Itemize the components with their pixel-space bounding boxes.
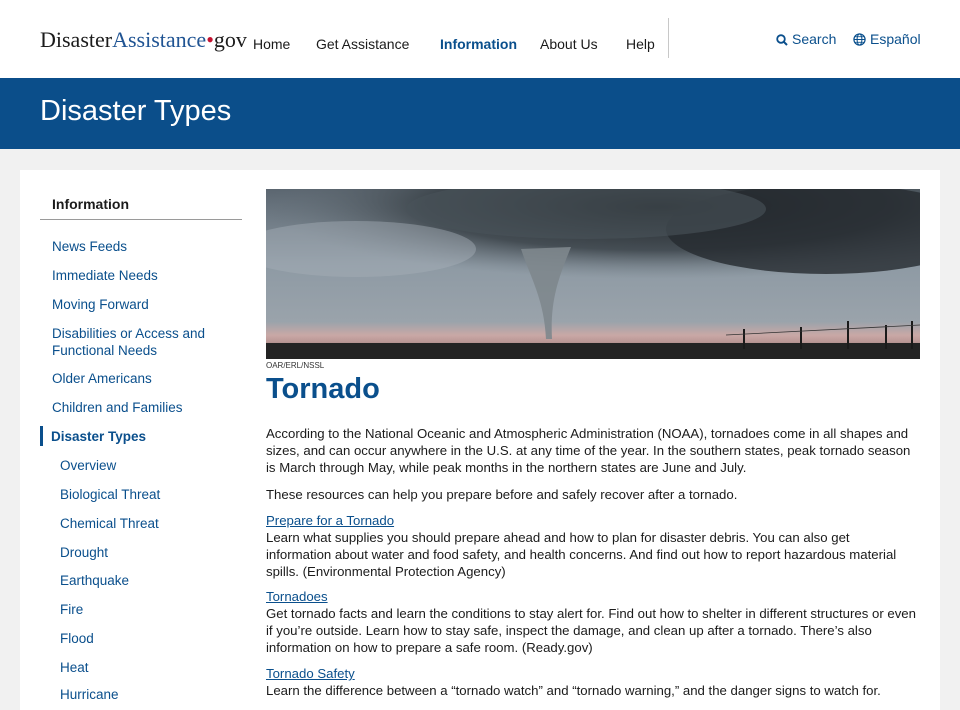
sidebar-subitem-earthquake[interactable]: Earthquake [60, 572, 129, 589]
sidebar-item-older-americans[interactable]: Older Americans [52, 370, 152, 387]
sidebar-item-disabilities[interactable]: Disabilities or Access and Functional Ne… [52, 325, 222, 359]
nav-divider [668, 18, 669, 58]
image-credit: OAR/ERL/NSSL [266, 361, 325, 370]
sidebar-item-moving-forward[interactable]: Moving Forward [52, 296, 149, 313]
resource-desc-prepare: Learn what supplies you should prepare a… [266, 530, 897, 579]
sidebar-subitem-biological-threat[interactable]: Biological Threat [60, 486, 160, 503]
sidebar-subitem-chemical-threat[interactable]: Chemical Threat [60, 515, 159, 532]
lead-paragraph: These resources can help you prepare bef… [266, 487, 738, 502]
resource-link-safety[interactable]: Tornado Safety [266, 665, 355, 682]
sidebar-subitem-fire[interactable]: Fire [60, 601, 83, 618]
globe-icon [853, 33, 866, 46]
search-link[interactable]: Search [776, 31, 836, 47]
resource-desc-tornadoes: Get tornado facts and learn the conditio… [266, 606, 916, 655]
page-banner: Disaster Types [0, 78, 960, 149]
search-label: Search [792, 31, 837, 47]
sidebar-divider [40, 219, 242, 220]
page-title: Disaster Types [40, 95, 232, 127]
nav-information[interactable]: Information [440, 36, 517, 52]
nav-get-assistance[interactable]: Get Assistance [316, 36, 409, 52]
article-title: Tornado [266, 373, 380, 405]
sidebar-subitem-drought[interactable]: Drought [60, 544, 108, 561]
current-item-indicator [40, 426, 43, 446]
language-label: Español [870, 31, 921, 47]
intro-paragraph: According to the National Oceanic and At… [266, 426, 911, 475]
resource-link-tornadoes[interactable]: Tornadoes [266, 588, 328, 605]
sidebar-subitem-overview[interactable]: Overview [60, 457, 116, 474]
search-icon [776, 34, 788, 46]
sidebar-item-disaster-types[interactable]: Disaster Types [51, 428, 146, 445]
sidebar-item-news-feeds[interactable]: News Feeds [52, 238, 127, 255]
tornado-photo [266, 189, 920, 359]
resource-desc-safety: Learn the difference between a “tornado … [266, 683, 881, 698]
sidebar-subitem-flood[interactable]: Flood [60, 630, 94, 647]
nav-help[interactable]: Help [626, 36, 655, 52]
site-logo[interactable]: DisasterAssistance•gov [40, 27, 247, 53]
sidebar-item-immediate-needs[interactable]: Immediate Needs [52, 267, 158, 284]
language-link[interactable]: Español [853, 31, 921, 47]
nav-home[interactable]: Home [253, 36, 290, 52]
nav-about-us[interactable]: About Us [540, 36, 598, 52]
resource-link-prepare[interactable]: Prepare for a Tornado [266, 512, 394, 529]
sidebar-heading: Information [52, 196, 129, 212]
sidebar-subitem-heat[interactable]: Heat [60, 659, 89, 676]
site-header: DisasterAssistance•gov Home Get Assistan… [0, 0, 960, 78]
sidebar-item-children-families[interactable]: Children and Families [52, 399, 183, 416]
